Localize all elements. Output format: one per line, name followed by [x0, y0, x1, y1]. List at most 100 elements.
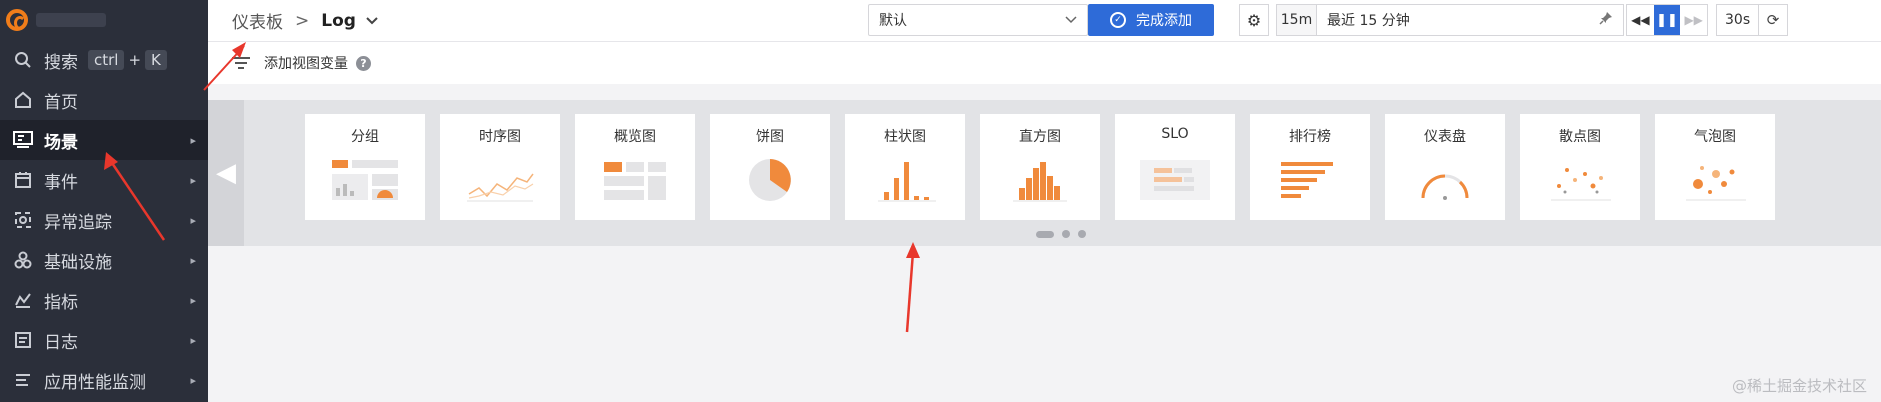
- chart-type-picker: ◀ 分组 时序图 概览图 饼图 柱状图 直方图 SLO 排行榜 仪表盘 散点图 …: [208, 100, 1881, 246]
- target-icon: [12, 209, 34, 231]
- chart-card-group[interactable]: 分组: [305, 114, 425, 220]
- annotation-arrow-bar-chart: [905, 242, 920, 333]
- sidebar-item-home[interactable]: 首页: [0, 80, 208, 120]
- chevron-right-icon: ▸: [190, 373, 196, 387]
- chart-card-name: 柱状图: [884, 129, 926, 145]
- metrics-icon: [12, 289, 34, 311]
- sidebar: 搜索 ctrl + K 首页 场景 ▸ 事件 ▸ 异常追踪 ▸ 基础设施 ▸ 指…: [0, 0, 208, 402]
- toplist-thumbnail-icon: [1281, 162, 1333, 198]
- overview-thumbnail-icon: [604, 162, 666, 200]
- carousel-dot-active[interactable]: [1036, 230, 1054, 238]
- sidebar-item-label: 场景: [44, 132, 78, 153]
- sidebar-item-scene[interactable]: 场景 ▸: [0, 120, 208, 160]
- sidebar-item-metrics[interactable]: 指标 ▸: [0, 280, 208, 320]
- chevron-down-icon[interactable]: [366, 14, 378, 28]
- breadcrumb: 仪表板 > Log: [232, 8, 378, 33]
- chevron-right-icon: ▸: [190, 333, 196, 347]
- chart-card-slo[interactable]: SLO: [1115, 114, 1235, 220]
- scene-icon: [12, 129, 34, 151]
- finish-add-button[interactable]: ✓ 完成添加: [1088, 4, 1214, 36]
- sidebar-item-label: 应用性能监测: [44, 372, 146, 393]
- rewind-button[interactable]: ◀◀: [1627, 5, 1654, 35]
- time-picker[interactable]: 15m 最近 15 分钟: [1276, 4, 1624, 36]
- chart-card-overview[interactable]: 概览图: [575, 114, 695, 220]
- slo-thumbnail-icon: [1140, 160, 1210, 200]
- carousel-dot[interactable]: [1078, 230, 1086, 238]
- sidebar-item-events[interactable]: 事件 ▸: [0, 160, 208, 200]
- watermark: @稀土掘金技术社区: [1731, 377, 1867, 395]
- sidebar-item-logs[interactable]: 日志 ▸: [0, 320, 208, 360]
- time-range[interactable]: 最近 15 分钟: [1317, 10, 1599, 30]
- chart-card-name: 概览图: [614, 129, 656, 145]
- chevron-right-icon: ▸: [190, 213, 196, 227]
- breadcrumb-current[interactable]: Log: [321, 11, 356, 31]
- help-icon[interactable]: ?: [356, 55, 371, 71]
- sidebar-item-error-tracking[interactable]: 异常追踪 ▸: [0, 200, 208, 240]
- histogram-thumbnail-icon: [1013, 162, 1067, 202]
- scatter-thumbnail-icon: [1551, 168, 1611, 201]
- refresh-interval[interactable]: 30s: [1717, 5, 1760, 35]
- forward-icon: ▶▶: [1684, 13, 1703, 27]
- chart-card-timeseries[interactable]: 时序图: [440, 114, 560, 220]
- chart-card-pie[interactable]: 饼图: [710, 114, 830, 220]
- sidebar-item-label: 事件: [44, 172, 78, 193]
- sidebar-item-apm[interactable]: 应用性能监测 ▸: [0, 360, 208, 400]
- sidebar-item-label: 日志: [44, 332, 78, 353]
- pie-chart-thumbnail-icon: [749, 159, 791, 201]
- chart-card-bubble[interactable]: 气泡图: [1655, 114, 1775, 220]
- gauge-thumbnail-icon: [1421, 174, 1469, 200]
- sidebar-item-search[interactable]: 搜索 ctrl + K: [0, 40, 208, 80]
- chart-type-cards: 分组 时序图 概览图 饼图 柱状图 直方图 SLO 排行榜 仪表盘 散点图 气泡…: [305, 114, 1775, 220]
- settings-button[interactable]: ⚙: [1239, 4, 1269, 36]
- carousel-dot[interactable]: [1062, 230, 1070, 238]
- chart-card-name: SLO: [1161, 126, 1189, 142]
- pin-icon[interactable]: [1599, 11, 1613, 29]
- breadcrumb-root[interactable]: 仪表板: [232, 8, 283, 33]
- shortcut-plus: +: [128, 51, 142, 69]
- infrastructure-icon: [12, 249, 34, 271]
- pause-icon: ❚❚: [1656, 12, 1678, 28]
- chart-card-name: 饼图: [756, 129, 784, 145]
- rewind-icon: ◀◀: [1631, 13, 1650, 27]
- shortcut-ctrl: ctrl: [88, 50, 125, 70]
- scroll-left-button[interactable]: ◀: [208, 100, 244, 246]
- search-icon: [12, 49, 34, 71]
- chart-card-name: 仪表盘: [1424, 129, 1466, 145]
- brand-logo-icon[interactable]: [6, 9, 28, 31]
- apm-icon: [12, 369, 34, 391]
- refresh-icon[interactable]: ⟳: [1759, 11, 1787, 29]
- workspace-name-blurred: [36, 13, 106, 27]
- playback-controls: ◀◀ ❚❚ ▶▶: [1626, 4, 1708, 36]
- refresh-control: 30s ⟳: [1716, 4, 1788, 36]
- filter-icon[interactable]: [232, 57, 250, 69]
- chart-card-name: 散点图: [1559, 129, 1601, 145]
- forward-button[interactable]: ▶▶: [1680, 5, 1707, 35]
- gear-icon: ⚙: [1246, 10, 1262, 30]
- chart-card-name: 分组: [351, 129, 379, 145]
- carousel-pagination: [1036, 230, 1086, 238]
- chevron-right-icon: ▸: [190, 293, 196, 307]
- pause-button[interactable]: ❚❚: [1653, 5, 1681, 35]
- sidebar-item-infrastructure[interactable]: 基础设施 ▸: [0, 240, 208, 280]
- chevron-down-icon: [1065, 14, 1077, 27]
- chart-card-histogram[interactable]: 直方图: [980, 114, 1100, 220]
- sidebar-search-label: 搜索: [44, 52, 78, 73]
- chart-card-bar[interactable]: 柱状图: [845, 114, 965, 220]
- time-duration[interactable]: 15m: [1277, 5, 1317, 35]
- check-circle-icon: ✓: [1110, 12, 1126, 28]
- breadcrumb-separator: >: [295, 10, 310, 31]
- chart-card-scatter[interactable]: 散点图: [1520, 114, 1640, 220]
- add-view-variable-link[interactable]: 添加视图变量: [264, 53, 348, 73]
- chevron-right-icon: ▸: [190, 253, 196, 267]
- chevron-right-icon: ▸: [190, 173, 196, 187]
- sidebar-item-label: 基础设施: [44, 252, 112, 273]
- chart-card-gauge[interactable]: 仪表盘: [1385, 114, 1505, 220]
- chart-card-toplist[interactable]: 排行榜: [1250, 114, 1370, 220]
- view-select[interactable]: 默认: [868, 4, 1088, 36]
- view-variables-bar: 添加视图变量 ?: [208, 42, 1881, 84]
- triangle-left-icon: ◀: [216, 158, 236, 188]
- log-icon: [12, 329, 34, 351]
- view-select-value: 默认: [879, 13, 907, 29]
- bar-chart-thumbnail-icon: [878, 162, 936, 202]
- top-header: 仪表板 > Log 默认 ✓ 完成添加 ⚙ 15m 最近 15 分钟 ◀◀ ❚❚…: [208, 0, 1881, 42]
